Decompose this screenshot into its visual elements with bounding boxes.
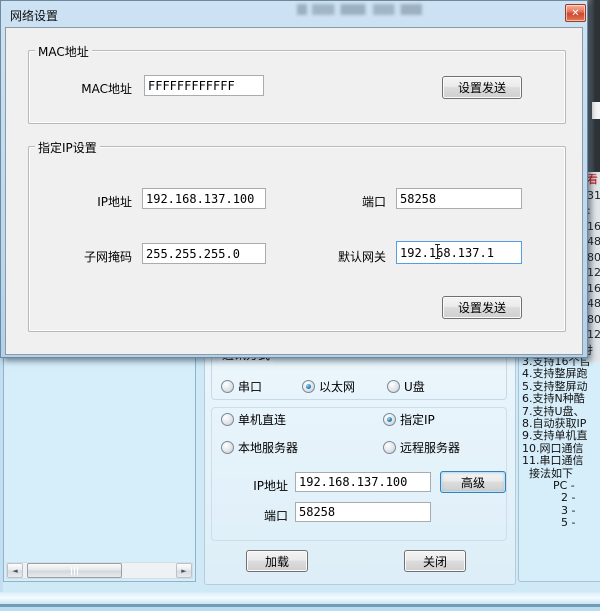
radio-local-server-label: 本地服务器: [238, 439, 298, 456]
scroll-right-arrow-icon[interactable]: ►: [176, 563, 192, 578]
dialog-title: 网络设置: [10, 7, 58, 24]
ibeam-cursor: [434, 244, 442, 260]
mac-field-label: MAC地址: [36, 80, 132, 97]
scroll-left-arrow-icon[interactable]: ◄: [7, 563, 23, 578]
main-ip-input[interactable]: [295, 472, 431, 492]
radio-specified-ip[interactable]: [383, 413, 396, 426]
gateway-input[interactable]: [396, 241, 522, 264]
port-input[interactable]: [396, 188, 522, 209]
load-button[interactable]: 加载: [246, 550, 308, 572]
ip-address-input[interactable]: [142, 188, 266, 209]
specified-ip-group-title: 指定IP设置: [35, 139, 100, 156]
right-edge-text-fragments: 看 31 : 16 48 80 12 16 48 80 12 扌: [586, 172, 600, 362]
scrollbar-thumb[interactable]: [27, 563, 122, 578]
radio-ethernet[interactable]: [302, 380, 315, 393]
radio-local-server[interactable]: [221, 441, 234, 454]
radio-remote-server[interactable]: [383, 441, 396, 454]
radio-serial-label: 串口: [238, 378, 262, 395]
radio-ethernet-label: 以太网: [319, 378, 355, 395]
advanced-button[interactable]: 高级: [440, 471, 506, 493]
radio-remote-server-label: 远程服务器: [400, 439, 460, 456]
mac-input[interactable]: [144, 75, 264, 96]
mac-group-title: MAC地址: [35, 43, 92, 60]
mac-send-button[interactable]: 设置发送: [442, 76, 522, 99]
dark-display-sliver: [588, 0, 600, 172]
window-bottom-frame: [0, 592, 600, 604]
main-port-input[interactable]: [295, 502, 431, 522]
radio-usb-label: U盘: [404, 378, 425, 395]
port-label: 端口: [302, 193, 386, 210]
radio-specified-ip-label: 指定IP: [400, 411, 435, 428]
close-icon[interactable]: ✕: [565, 4, 586, 22]
screen: ◄ ► 通讯方式 串口 以太网 U盘 单机直连 指定IP 本地服务器 远程服务器…: [0, 0, 600, 611]
radio-usb[interactable]: [387, 380, 400, 393]
instructions-text: 3.支持16个自 4.支持整屏跑 5.支持整屏动 6.支持N种酷 7.支持U盘、…: [522, 356, 600, 580]
window-bottom-frame-light: [0, 607, 600, 611]
main-port-label: 端口: [240, 507, 288, 524]
ip-address-label: IP地址: [36, 193, 132, 210]
main-close-button[interactable]: 关闭: [404, 550, 466, 572]
dark-display-scroll-notch: [592, 102, 600, 119]
dialog-client-area: MAC地址 MAC地址 设置发送 指定IP设置 IP地址 端口 子网掩码 默认网…: [5, 27, 583, 355]
ip-send-button[interactable]: 设置发送: [442, 296, 522, 319]
radio-direct-connect[interactable]: [221, 413, 234, 426]
network-settings-dialog: 网络设置 ✕ MAC地址 MAC地址 设置发送 指定IP设置 IP地址 端口 子…: [0, 0, 588, 358]
radio-direct-connect-label: 单机直连: [238, 411, 286, 428]
radio-serial[interactable]: [221, 380, 234, 393]
gateway-label: 默认网关: [294, 248, 386, 265]
subnet-mask-input[interactable]: [142, 243, 266, 264]
main-ip-label: IP地址: [240, 477, 288, 494]
subnet-mask-label: 子网掩码: [36, 248, 132, 265]
horizontal-scrollbar[interactable]: ◄ ►: [6, 562, 193, 579]
scrollbar-track[interactable]: [23, 563, 176, 578]
background-window-title-glimpse: [297, 4, 422, 15]
